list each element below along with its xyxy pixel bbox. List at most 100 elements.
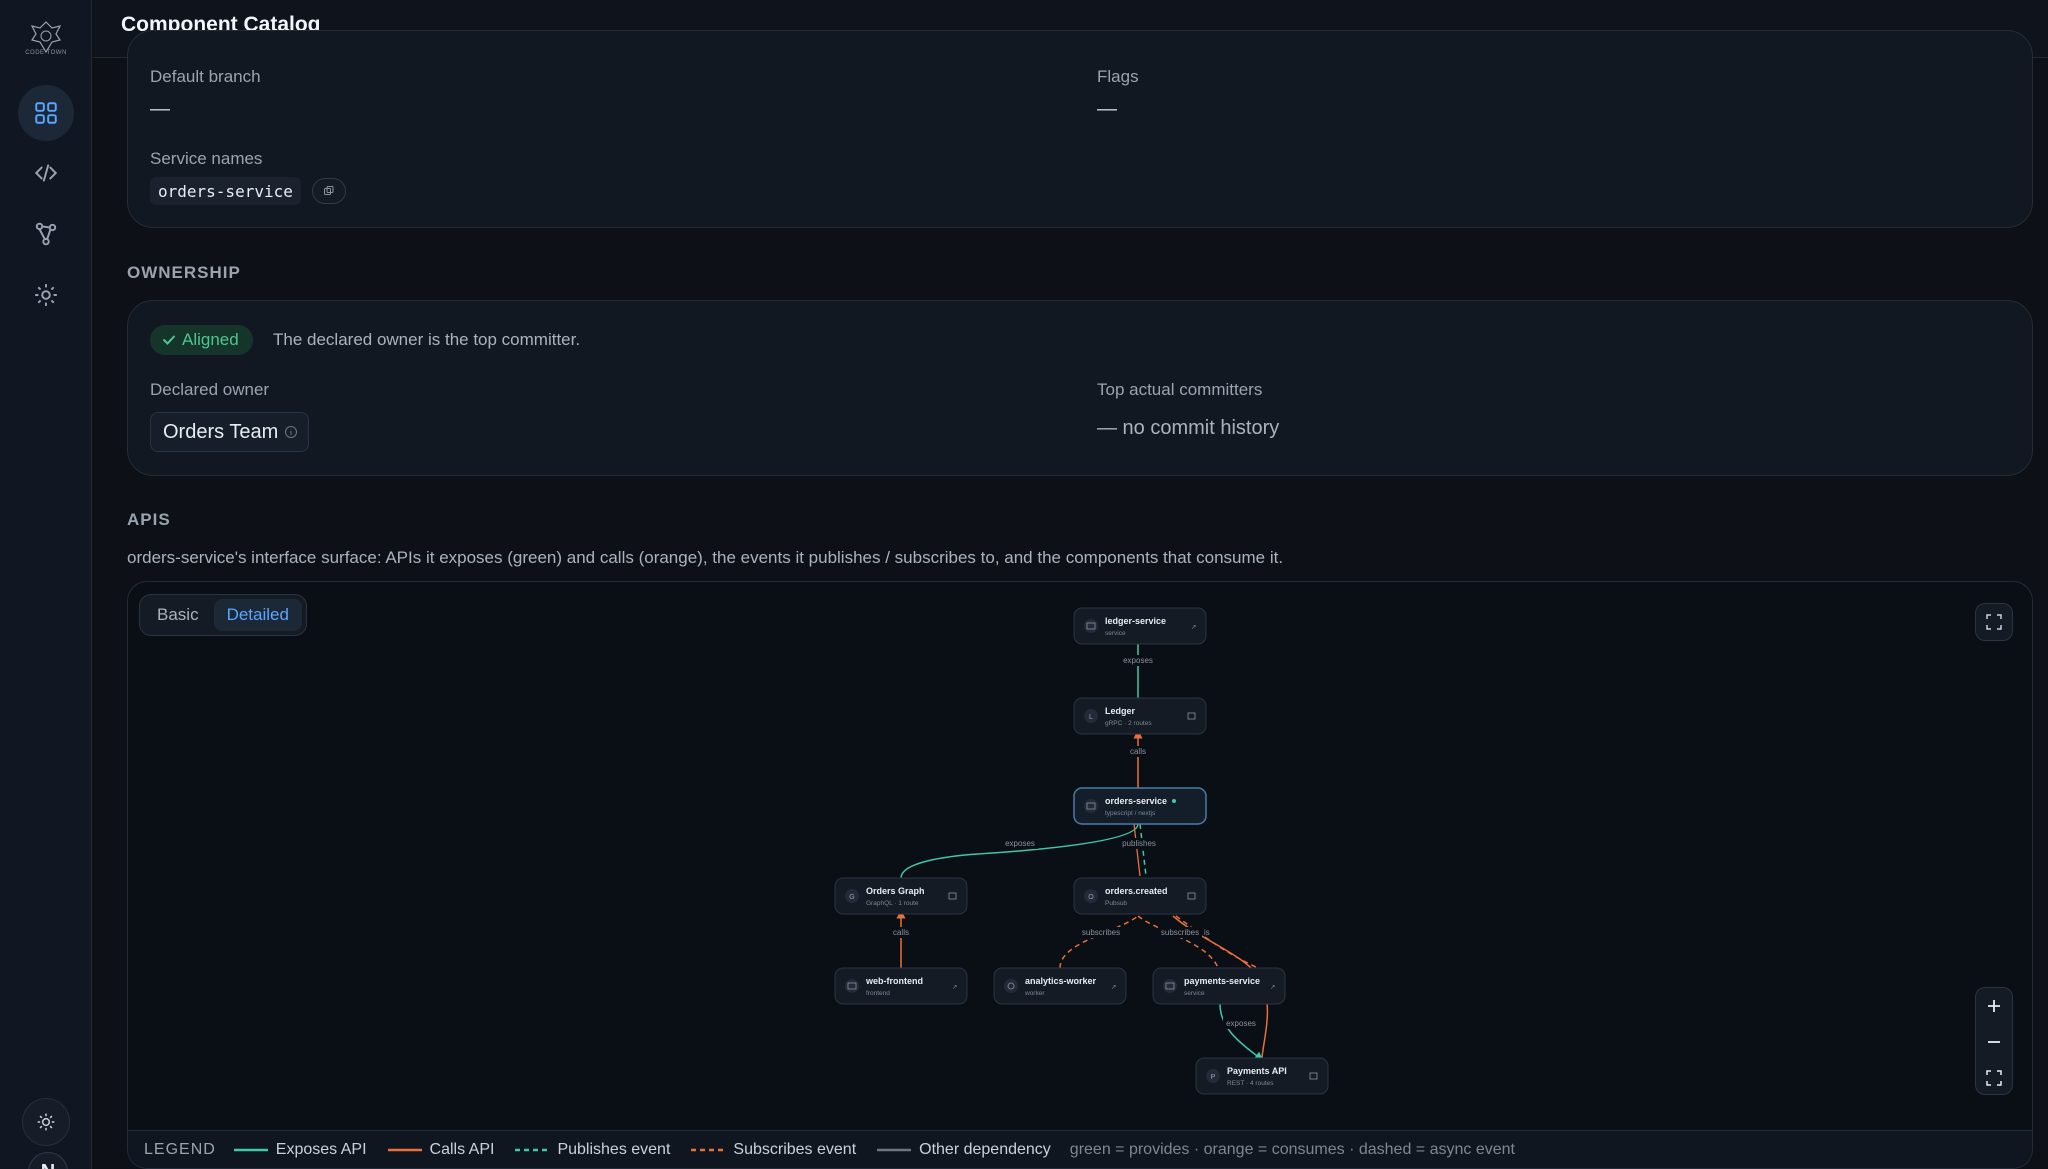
info-icon[interactable]: [284, 425, 298, 439]
node-payments-api[interactable]: P Payments API REST · 4 routes: [1195, 1057, 1329, 1095]
user-avatar[interactable]: N: [28, 1152, 68, 1169]
gear-icon: [35, 284, 57, 306]
edge-label-subscribes-1: subscribes: [1079, 927, 1123, 938]
service-names-label: Service names: [150, 149, 263, 168]
view-detailed-tab[interactable]: Detailed: [213, 599, 302, 631]
svg-text:subscribes: subscribes: [1161, 928, 1199, 937]
edge-payments-exposes: [1219, 1003, 1264, 1061]
code-icon: [34, 164, 58, 182]
legend-item-calls: Calls API: [387, 1141, 494, 1159]
nav-catalog-button[interactable]: [18, 85, 74, 141]
node-analytics-worker[interactable]: analytics-worker worker ↗: [993, 967, 1127, 1005]
zoom-out-button[interactable]: [1976, 1024, 2012, 1060]
svg-text:typescript / nextjs: typescript / nextjs: [1105, 810, 1156, 817]
open-link-icon: ↗: [952, 984, 957, 991]
legend-title: LEGEND: [144, 1140, 216, 1158]
legend-swatch-subscribes: [691, 1148, 726, 1151]
svg-text:Payments API: Payments API: [1227, 1066, 1287, 1076]
open-link-icon: ↗: [1270, 984, 1275, 991]
edge-graph-exposes: [900, 823, 1139, 879]
svg-text:calls: calls: [893, 928, 909, 937]
node-payments-service[interactable]: payments-service service ↗: [1152, 967, 1286, 1005]
graph-legend: LEGEND Exposes API Calls API Publishes e…: [128, 1130, 2032, 1168]
fullscreen-button[interactable]: [1975, 603, 2013, 641]
node-web-frontend[interactable]: web-frontend frontend ↗: [834, 967, 968, 1005]
svg-text:worker: worker: [1024, 990, 1045, 997]
legend-item-other: Other dependency: [877, 1141, 1051, 1159]
node-orders-created[interactable]: O orders.created Pubsub: [1073, 877, 1207, 915]
svg-text:orders-service: orders-service: [1105, 796, 1167, 806]
nav-graph-button[interactable]: [18, 206, 74, 262]
nav-settings-button[interactable]: [18, 267, 74, 323]
edge-subscribes-payments-1: [1137, 915, 1219, 969]
nav-code-button[interactable]: [18, 145, 74, 201]
theme-toggle-button[interactable]: [22, 1098, 70, 1146]
edge-publishes-2: [1133, 823, 1141, 877]
status-dot: [1172, 799, 1176, 803]
svg-text:exposes: exposes: [1005, 839, 1035, 848]
copy-icon: [324, 186, 334, 195]
edge-label-subscribes-2: subscribes: [1158, 927, 1202, 938]
svg-text:ledger-service: ledger-service: [1105, 616, 1166, 626]
zoom-in-button[interactable]: [1976, 988, 2012, 1024]
svg-text:orders.created: orders.created: [1105, 886, 1168, 896]
check-icon: [163, 335, 175, 345]
svg-text:gRPC · 2 routes: gRPC · 2 routes: [1105, 720, 1152, 727]
svg-text:web-frontend: web-frontend: [865, 976, 923, 986]
node-ledger-service[interactable]: ledger-service service ↗: [1073, 607, 1207, 645]
svg-text:subscribes: subscribes: [1082, 928, 1120, 937]
legend-swatch-publishes: [515, 1148, 550, 1151]
sidebar: CODE TOWN N: [0, 0, 92, 1169]
ownership-card: [127, 300, 2033, 476]
ownership-status-text: The declared owner is the top committer.: [273, 330, 581, 349]
legend-swatch-other: [877, 1148, 912, 1151]
svg-text:exposes: exposes: [1123, 656, 1153, 665]
svg-text:G: G: [849, 894, 854, 901]
svg-text:payments-service: payments-service: [1184, 976, 1260, 986]
legend-item-subscribes: Subscribes event: [691, 1141, 856, 1159]
apis-description: orders-service's interface surface: APIs…: [127, 548, 1284, 567]
svg-text:is: is: [1204, 928, 1210, 937]
grid-icon: [35, 102, 57, 124]
legend-swatch-exposes: [233, 1148, 268, 1151]
legend-note: green = provides · orange = consumes · d…: [1069, 1140, 1515, 1158]
svg-text:analytics-worker: analytics-worker: [1025, 976, 1097, 986]
edge-label-ledger-calls: calls: [1126, 746, 1150, 757]
svg-text:REST · 4 routes: REST · 4 routes: [1227, 1080, 1274, 1087]
service-name-chip: orders-service: [150, 177, 301, 205]
node-orders-graph[interactable]: G Orders Graph GraphQL · 1 route: [834, 877, 968, 915]
view-toggle: Basic Detailed: [139, 594, 307, 636]
copy-button[interactable]: [312, 178, 346, 204]
details-card: [127, 30, 2033, 228]
sun-icon: [37, 1113, 55, 1131]
view-basic-tab[interactable]: Basic: [144, 599, 212, 631]
flags-label: Flags: [1097, 67, 1139, 86]
api-graph-panel: exposes calls exposes publishes calls su…: [127, 581, 2033, 1169]
svg-text:publishes: publishes: [1122, 839, 1156, 848]
flags-value: —: [1097, 98, 1117, 120]
node-orders-service[interactable]: orders-service typescript / nextjs: [1073, 787, 1207, 825]
node-ledger[interactable]: L Ledger gRPC · 2 routes: [1073, 697, 1207, 735]
svg-text:P: P: [1211, 1074, 1216, 1081]
declared-owner-chip[interactable]: Orders Team: [150, 412, 310, 452]
svg-text:service: service: [1184, 990, 1205, 997]
edge-label-payments-exposes: exposes: [1223, 1018, 1259, 1029]
edge-label-publishes: publishes: [1120, 838, 1158, 849]
minus-icon: [1988, 1041, 2000, 1043]
dependency-graph[interactable]: exposes calls exposes publishes calls su…: [128, 582, 2033, 1132]
top-committers-value: — no commit history: [1097, 417, 1280, 439]
edge-label-graph-calls: calls: [889, 927, 913, 938]
ownership-section-title: OWNERSHIP: [127, 263, 241, 282]
edge-subscribes-analytics: [1059, 915, 1139, 969]
default-branch-value: —: [150, 98, 170, 120]
fit-view-button[interactable]: [1976, 1060, 2012, 1096]
edge-label-subscribes-3: is: [1204, 928, 1210, 937]
svg-text:GraphQL · 1 route: GraphQL · 1 route: [866, 900, 919, 907]
legend-item-exposes: Exposes API: [233, 1141, 367, 1159]
svg-text:exposes: exposes: [1226, 1019, 1256, 1028]
svg-text:O: O: [1088, 894, 1094, 901]
apis-section-title: APIS: [127, 510, 171, 529]
open-link-icon: ↗: [1191, 624, 1196, 631]
plus-icon: [1988, 1000, 2000, 1012]
edge-label-graph-exposes: exposes: [1002, 838, 1038, 849]
